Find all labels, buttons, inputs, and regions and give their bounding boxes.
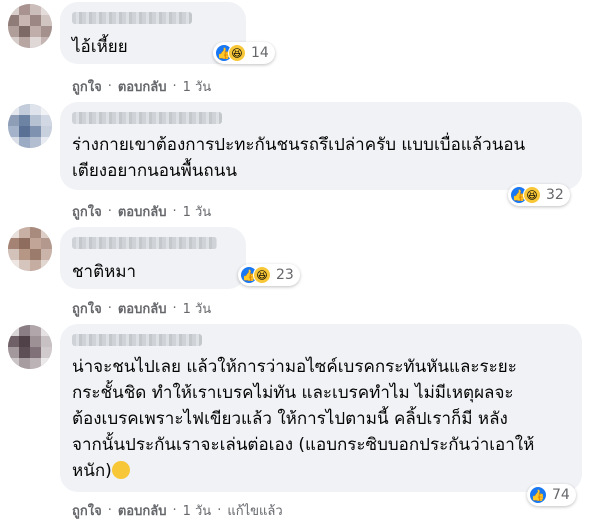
comment-bubble: ร่างกายเขาต้องการปะทะกันชนรถรึเปล่าครับ … <box>60 102 582 190</box>
reaction-summary[interactable]: 👍 😆 14 <box>213 42 275 64</box>
like-link[interactable]: ถูกใจ <box>72 298 102 319</box>
reaction-count: 74 <box>552 487 570 503</box>
commenter-name[interactable] <box>72 334 202 346</box>
avatar[interactable] <box>8 104 52 148</box>
reaction-count: 32 <box>546 187 564 203</box>
comment-actions: ถูกใจ · ตอบกลับ · 1 วัน <box>72 298 211 319</box>
separator: · <box>107 204 112 219</box>
separator: · <box>107 301 112 316</box>
commenter-name[interactable] <box>72 12 192 24</box>
comment-text: น่าจะชนไปเลย แล้วให้การว่ามอไซค์เบรคกระท… <box>72 354 534 484</box>
comment-bubble: ชาติหมา <box>60 227 246 289</box>
comment-text: ชาติหมา <box>72 262 137 282</box>
separator: · <box>107 503 112 518</box>
separator: · <box>107 79 112 94</box>
comment-actions: ถูกใจ · ตอบกลับ · 1 วัน <box>72 201 211 222</box>
reaction-summary[interactable]: 👍 😆 32 <box>508 184 570 206</box>
like-link[interactable]: ถูกใจ <box>72 76 102 97</box>
haha-icon: 😆 <box>253 266 271 284</box>
reaction-summary[interactable]: 👍 😆 23 <box>238 264 300 286</box>
timestamp[interactable]: 1 วัน <box>183 298 212 319</box>
separator: · <box>172 79 177 94</box>
commenter-name[interactable] <box>72 237 217 249</box>
reaction-summary[interactable]: 👍 74 <box>527 484 576 506</box>
reaction-count: 23 <box>276 267 294 283</box>
timestamp[interactable]: 1 วัน <box>183 500 212 521</box>
avatar[interactable] <box>8 227 52 271</box>
edited-label[interactable]: แก้ไขแล้ว <box>227 500 282 521</box>
separator: · <box>172 301 177 316</box>
comment-bubble: น่าจะชนไปเลย แล้วให้การว่ามอไซค์เบรคกระท… <box>60 324 582 492</box>
haha-icon: 😆 <box>228 44 246 62</box>
haha-icon: 😆 <box>523 186 541 204</box>
reaction-count: 14 <box>251 45 269 61</box>
grinning-sweat-emoji-icon <box>111 461 130 479</box>
separator: · <box>217 503 222 518</box>
comment-actions: ถูกใจ · ตอบกลับ · 1 วัน <box>72 76 211 97</box>
avatar[interactable] <box>8 325 52 369</box>
timestamp[interactable]: 1 วัน <box>183 201 212 222</box>
like-link[interactable]: ถูกใจ <box>72 201 102 222</box>
reply-link[interactable]: ตอบกลับ <box>118 201 167 222</box>
like-link[interactable]: ถูกใจ <box>72 500 102 521</box>
comment-body: น่าจะชนไปเลย แล้วให้การว่ามอไซค์เบรคกระท… <box>72 357 535 481</box>
reply-link[interactable]: ตอบกลับ <box>118 298 167 319</box>
comment-text: ไอ้เหี้ยย <box>72 37 128 57</box>
separator: · <box>172 503 177 518</box>
commenter-name[interactable] <box>72 112 222 124</box>
timestamp[interactable]: 1 วัน <box>183 76 212 97</box>
reply-link[interactable]: ตอบกลับ <box>118 500 167 521</box>
avatar[interactable] <box>8 4 52 48</box>
like-icon: 👍 <box>529 486 547 504</box>
separator: · <box>172 204 177 219</box>
comment-actions: ถูกใจ · ตอบกลับ · 1 วัน · แก้ไขแล้ว <box>72 500 283 521</box>
reply-link[interactable]: ตอบกลับ <box>118 76 167 97</box>
comment-text: ร่างกายเขาต้องการปะทะกันชนรถรึเปล่าครับ … <box>72 135 526 181</box>
